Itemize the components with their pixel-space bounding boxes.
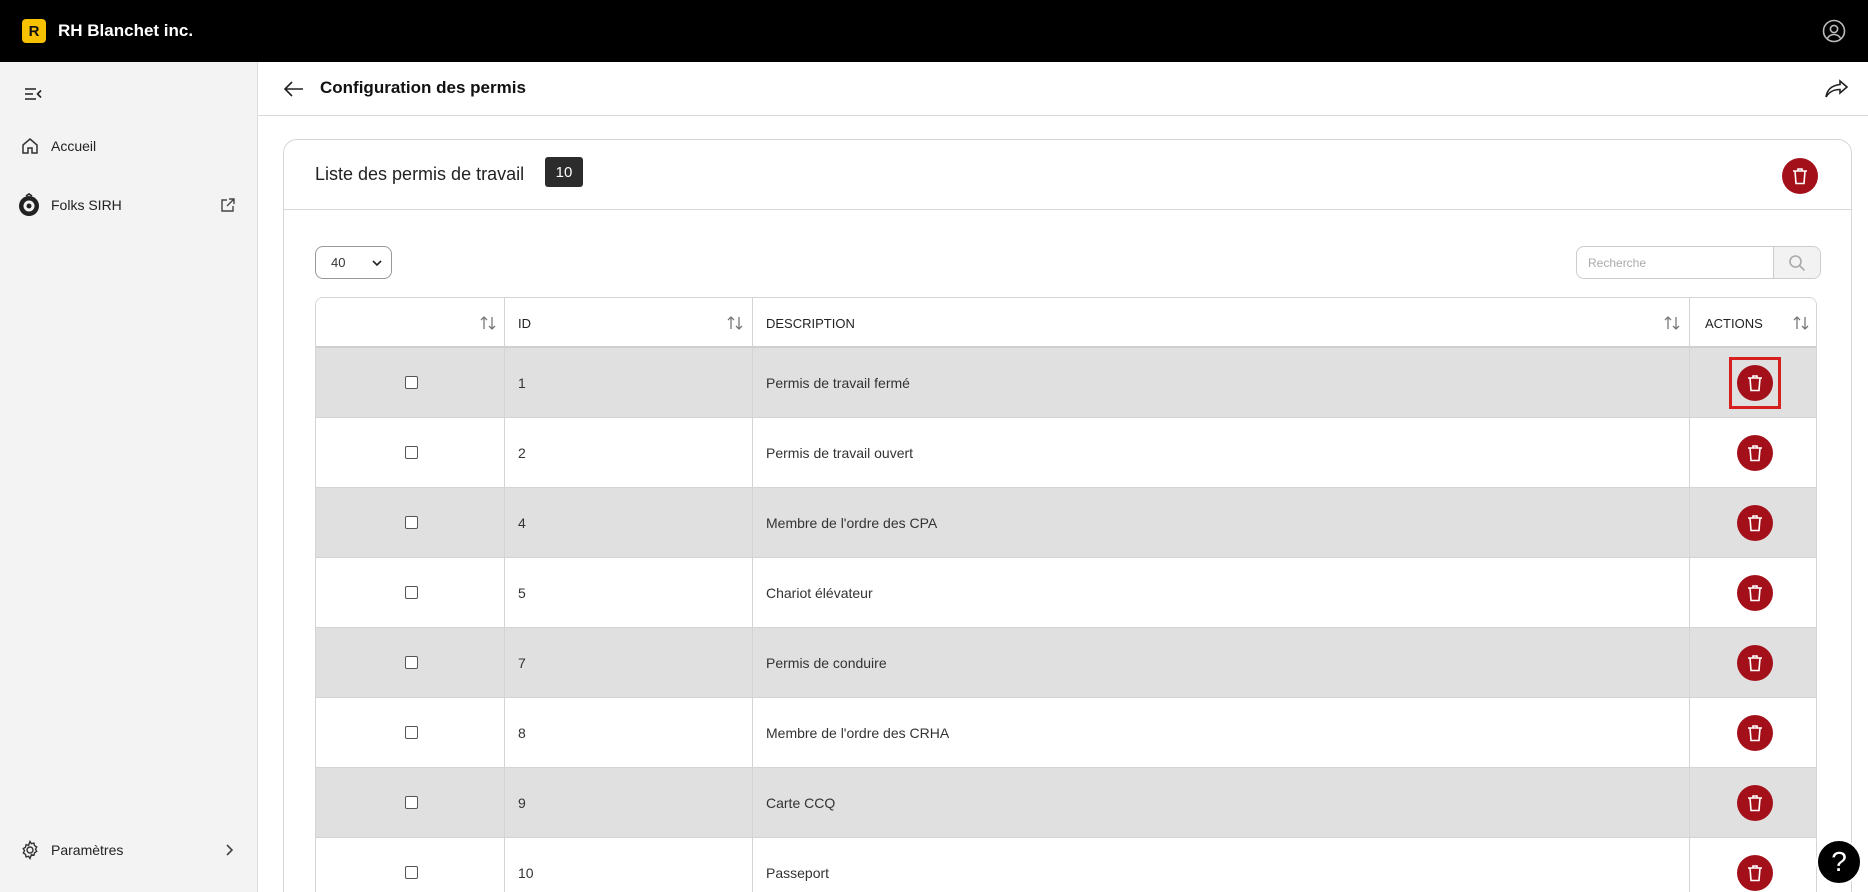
table-row: 10 Passeport xyxy=(316,838,1816,892)
chevron-down-icon xyxy=(372,260,382,267)
card-title: Liste des permis de travail xyxy=(315,164,525,184)
sidebar-item-accueil[interactable]: Accueil xyxy=(0,126,258,166)
page-header: Configuration des permis xyxy=(258,62,1868,116)
table-row: 8 Membre de l'ordre des CRHA xyxy=(316,698,1816,768)
sort-icon[interactable] xyxy=(1793,316,1809,330)
page-title: Configuration des permis xyxy=(320,78,526,97)
row-description: Permis de conduire xyxy=(766,654,887,671)
column-header-id[interactable]: ID xyxy=(518,298,531,348)
help-button[interactable]: ? xyxy=(1816,839,1862,885)
page-size-select[interactable]: 40 xyxy=(315,246,392,279)
collapse-sidebar-icon[interactable] xyxy=(24,86,42,102)
row-id: 10 xyxy=(518,864,534,881)
search-button[interactable] xyxy=(1773,247,1820,278)
delete-row-button[interactable] xyxy=(1737,854,1773,891)
permits-card: Liste des permis de travail 10 40 Recher… xyxy=(283,139,1852,892)
table-row: 7 Permis de conduire xyxy=(316,628,1816,698)
sidebar-item-label: Accueil xyxy=(51,138,97,154)
table-header: ID DESCRIPTION ACTIONS xyxy=(316,298,1816,348)
row-checkbox[interactable] xyxy=(405,866,418,879)
share-icon[interactable] xyxy=(1824,77,1850,101)
row-description: Carte CCQ xyxy=(766,794,836,811)
row-id: 8 xyxy=(518,724,526,741)
home-icon xyxy=(22,138,38,154)
permits-table: ID DESCRIPTION ACTIONS 1 Permis de trava… xyxy=(315,297,1817,892)
trash-icon xyxy=(1748,514,1762,531)
row-description: Permis de travail ouvert xyxy=(766,444,914,461)
search-box: Recherche xyxy=(1576,246,1821,279)
bulk-delete-button[interactable] xyxy=(1782,158,1818,194)
row-id: 5 xyxy=(518,584,526,601)
table-body: 1 Permis de travail fermé 2 Permis de tr… xyxy=(316,348,1816,892)
delete-row-button[interactable] xyxy=(1737,574,1773,611)
top-bar: R RH Blanchet inc. xyxy=(0,0,1868,62)
folks-logo-icon xyxy=(19,193,39,216)
delete-row-button[interactable] xyxy=(1737,504,1773,541)
trash-icon xyxy=(1748,724,1762,741)
row-checkbox[interactable] xyxy=(405,726,418,739)
search-icon xyxy=(1789,254,1806,271)
selection-highlight xyxy=(1729,357,1781,409)
row-description: Membre de l'ordre des CPA xyxy=(766,514,938,531)
table-row: 2 Permis de travail ouvert xyxy=(316,418,1816,488)
delete-row-button[interactable] xyxy=(1737,714,1773,751)
user-account-icon[interactable] xyxy=(1822,19,1846,43)
sort-icon[interactable] xyxy=(1664,316,1680,330)
sidebar-item-label: Folks SIRH xyxy=(51,197,122,213)
row-id: 4 xyxy=(518,514,526,531)
row-checkbox[interactable] xyxy=(405,446,418,459)
row-checkbox[interactable] xyxy=(405,656,418,669)
row-checkbox[interactable] xyxy=(405,376,418,389)
trash-icon xyxy=(1748,864,1762,881)
delete-row-button[interactable] xyxy=(1737,784,1773,821)
gear-icon xyxy=(22,840,38,860)
row-checkbox[interactable] xyxy=(405,586,418,599)
sidebar-item-folks-sirh[interactable]: Folks SIRH xyxy=(0,185,258,225)
row-id: 7 xyxy=(518,654,526,671)
row-id: 2 xyxy=(518,444,526,461)
count-badge: 10 xyxy=(545,157,583,187)
trash-icon xyxy=(1748,654,1762,671)
delete-row-button[interactable] xyxy=(1737,434,1773,471)
column-header-description[interactable]: DESCRIPTION xyxy=(766,298,855,348)
row-id: 1 xyxy=(518,374,526,391)
table-row: 4 Membre de l'ordre des CPA xyxy=(316,488,1816,558)
row-id: 9 xyxy=(518,794,526,811)
back-arrow-icon[interactable] xyxy=(282,77,306,101)
sidebar-item-parametres[interactable]: Paramètres xyxy=(0,830,258,870)
row-checkbox[interactable] xyxy=(405,796,418,809)
table-row: 9 Carte CCQ xyxy=(316,768,1816,838)
company-logo: R xyxy=(22,19,46,43)
company-name: RH Blanchet inc. xyxy=(58,21,194,40)
sidebar-item-label: Paramètres xyxy=(51,842,124,858)
sidebar: Accueil Folks SIRH Paramètres xyxy=(0,62,258,892)
card-header: Liste des permis de travail 10 xyxy=(284,140,1851,210)
sort-icon[interactable] xyxy=(480,316,496,330)
chevron-right-icon xyxy=(226,844,234,856)
trash-icon xyxy=(1748,444,1762,461)
table-row: 1 Permis de travail fermé xyxy=(316,348,1816,418)
row-description: Chariot élévateur xyxy=(766,584,873,601)
trash-icon xyxy=(1748,794,1762,811)
row-description: Passeport xyxy=(766,864,830,881)
row-description: Permis de travail fermé xyxy=(766,374,910,391)
row-checkbox[interactable] xyxy=(405,516,418,529)
trash-icon xyxy=(1748,584,1762,601)
external-link-icon xyxy=(221,198,235,212)
row-description: Membre de l'ordre des CRHA xyxy=(766,724,950,741)
column-header-actions[interactable]: ACTIONS xyxy=(1705,298,1763,348)
table-row: 5 Chariot élévateur xyxy=(316,558,1816,628)
search-input[interactable]: Recherche xyxy=(1577,247,1773,278)
sort-icon[interactable] xyxy=(727,316,743,330)
page-size-value: 40 xyxy=(331,255,346,270)
delete-row-button[interactable] xyxy=(1737,644,1773,681)
trash-icon xyxy=(1793,168,1807,185)
